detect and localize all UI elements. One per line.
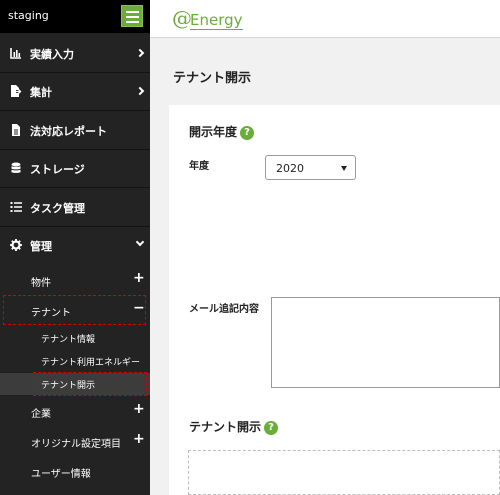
mail-additional-label: メール追記内容 bbox=[189, 304, 259, 315]
sidebar-sub-user-info[interactable]: ユーザー情報 bbox=[0, 458, 150, 484]
nav-item-storage[interactable]: ストレージ bbox=[0, 150, 150, 188]
document-icon bbox=[12, 124, 20, 136]
sidebar-header: staging bbox=[0, 0, 150, 33]
section-title-tenant-disclosure: テナント開示? bbox=[189, 418, 279, 435]
expand-icon: + bbox=[133, 270, 145, 286]
sub-item-label: テナント情報 bbox=[41, 335, 96, 345]
nav-label: 集計 bbox=[30, 86, 52, 99]
section-title-disclosure-year: 開示年度? bbox=[189, 123, 255, 140]
hamburger-menu-icon[interactable] bbox=[121, 5, 143, 27]
sub-label: 物件 bbox=[31, 278, 51, 289]
sidebar: staging 実績入力 集計 法対応レポート ストレージ タスク管理 管理 物… bbox=[0, 0, 150, 495]
gear-icon bbox=[10, 239, 22, 251]
nav-label: 管理 bbox=[30, 240, 52, 253]
help-icon[interactable]: ? bbox=[264, 421, 279, 435]
chevron-right-icon bbox=[135, 48, 145, 58]
bar-chart-icon bbox=[10, 48, 21, 59]
app-logo[interactable]: @Energy bbox=[172, 6, 243, 30]
task-list-icon bbox=[10, 202, 22, 212]
nav-item-aggregate[interactable]: 集計 bbox=[0, 73, 150, 111]
sidebar-sub-company[interactable]: 企業 + bbox=[0, 398, 150, 424]
sidebar-item-tenant-info[interactable]: テナント情報 bbox=[0, 327, 150, 349]
nav-item-admin[interactable]: 管理 bbox=[0, 227, 150, 265]
sub-label: 企業 bbox=[31, 409, 51, 420]
file-export-icon bbox=[11, 85, 22, 97]
highlight-box-tenant bbox=[3, 295, 146, 325]
year-label: 年度 bbox=[189, 161, 209, 172]
sub-label: オリジナル設定項目 bbox=[31, 439, 121, 450]
sidebar-sub-property[interactable]: 物件 + bbox=[0, 267, 150, 293]
sub-item-label: テナント利用エネルギー bbox=[41, 358, 141, 368]
environment-label: staging bbox=[8, 9, 49, 22]
nav-label: 法対応レポート bbox=[30, 125, 107, 138]
page-title: テナント開示 bbox=[173, 71, 252, 86]
highlight-box-tenant-disclosure bbox=[33, 372, 147, 396]
nav-label: ストレージ bbox=[30, 163, 85, 176]
help-icon[interactable]: ? bbox=[240, 126, 255, 140]
nav-item-legal-report[interactable]: 法対応レポート bbox=[0, 112, 150, 150]
sub-label: ユーザー情報 bbox=[31, 469, 91, 480]
nav-item-results-input[interactable]: 実績入力 bbox=[0, 35, 150, 73]
expand-icon: + bbox=[133, 401, 145, 417]
top-header: @Energy bbox=[150, 0, 500, 38]
caret-down-icon bbox=[341, 166, 347, 171]
expand-icon: + bbox=[133, 431, 145, 447]
sidebar-sub-custom-settings[interactable]: オリジナル設定項目 + bbox=[0, 428, 150, 454]
sidebar-item-tenant-energy[interactable]: テナント利用エネルギー bbox=[0, 350, 150, 372]
nav-item-task-management[interactable]: タスク管理 bbox=[0, 189, 150, 227]
database-icon bbox=[11, 162, 21, 173]
chevron-right-icon bbox=[135, 86, 145, 96]
tenant-disclosure-dropzone[interactable] bbox=[188, 450, 500, 495]
year-select-value: 2020 bbox=[276, 162, 304, 175]
nav-label: 実績入力 bbox=[30, 48, 74, 61]
mail-additional-textarea[interactable] bbox=[271, 297, 500, 388]
chevron-down-icon bbox=[135, 237, 145, 247]
year-select[interactable]: 2020 bbox=[265, 155, 356, 180]
nav-label: タスク管理 bbox=[30, 202, 85, 215]
